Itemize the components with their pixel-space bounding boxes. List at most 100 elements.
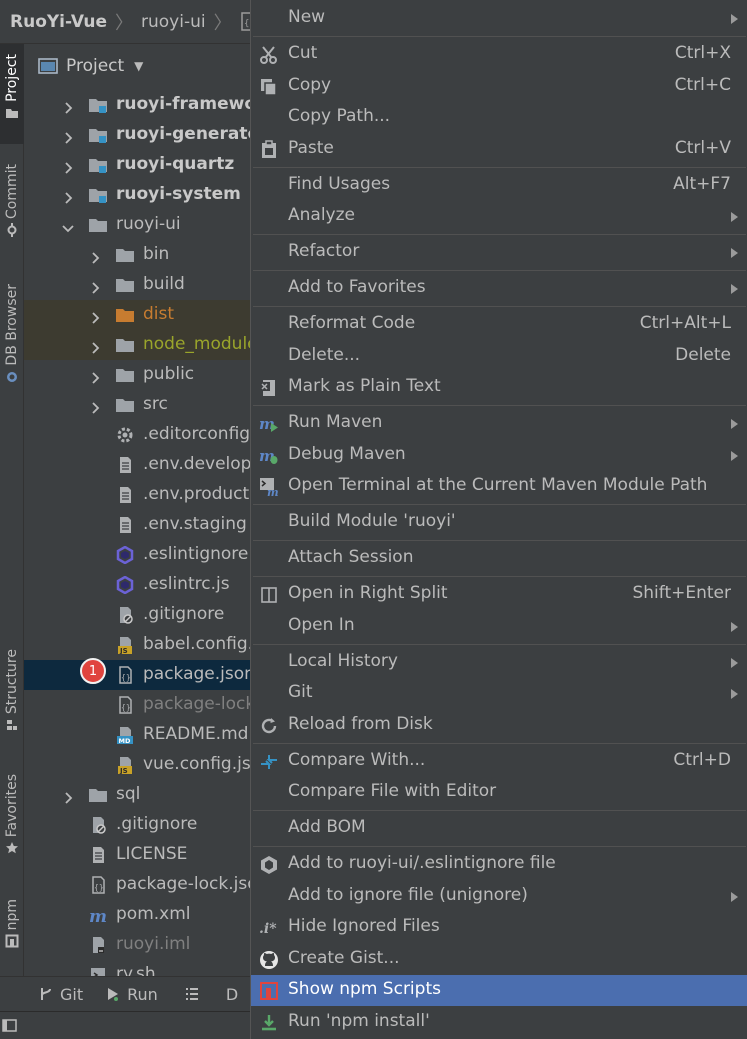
tab-favorites[interactable]: Favorites <box>0 774 24 859</box>
chevron-down-icon[interactable] <box>62 219 74 233</box>
clipboard-icon <box>259 140 279 160</box>
tree-item-editorconfig[interactable]: .editorconfig <box>24 420 250 450</box>
menu-item-open-right-split[interactable]: Open in Right Split Shift+Enter <box>251 579 747 610</box>
chevron-right-icon[interactable] <box>89 309 101 324</box>
chevron-right-icon[interactable] <box>89 249 101 264</box>
menu-item-reload-from-disk[interactable]: Reload from Disk <box>251 710 747 741</box>
tree-item-vue-config-js[interactable]: JS vue.config.js <box>24 750 250 780</box>
tree-item-eslintrc-js[interactable]: .eslintrc.js <box>24 570 250 600</box>
tree-item-label: ruoyi-ui <box>116 214 181 234</box>
menu-item-label: Find Usages <box>288 174 391 194</box>
tree-item-env-staging[interactable]: .env.staging <box>24 510 250 540</box>
run-tool-button[interactable]: Run <box>105 985 158 1004</box>
tree-item-ruoyi-quartz[interactable]: ruoyi-quartz <box>24 150 250 180</box>
chevron-right-icon[interactable] <box>62 189 74 204</box>
tree-item-dist[interactable]: dist <box>24 300 250 330</box>
menu-item-compare-file-editor[interactable]: Compare File with Editor <box>251 777 747 808</box>
folder-icon <box>115 366 135 384</box>
chevron-right-icon[interactable] <box>62 99 74 114</box>
tree-item-ruoyi-ui[interactable]: ruoyi-ui <box>24 210 250 240</box>
tab-commit[interactable]: Commit <box>0 164 24 241</box>
tree-item-build[interactable]: build <box>24 270 250 300</box>
chevron-right-icon[interactable] <box>62 159 74 174</box>
tree-item-ry-sh[interactable]: ry.sh <box>24 960 250 976</box>
menu-item-delete[interactable]: Delete... Delete <box>251 341 747 372</box>
tree-item-readme-md[interactable]: MD README.md <box>24 720 250 750</box>
tree-item-label: node_modules <box>143 334 250 354</box>
tree-item-node-modules[interactable]: node_modules <box>24 330 250 360</box>
tree-item-env-development[interactable]: .env.development <box>24 450 250 480</box>
menu-item-open-terminal[interactable]: m Open Terminal at the Current Maven Modu… <box>251 471 747 502</box>
menu-item-show-npm-scripts[interactable]: Show npm Scripts <box>251 975 747 1006</box>
git-tool-button[interactable]: Git <box>38 985 83 1004</box>
menu-item-refactor[interactable]: Refactor <box>251 237 747 268</box>
tool-window-strip: Project Commit DB Browser Structure Favo… <box>0 44 24 976</box>
layout-toggle-icon[interactable] <box>2 1017 18 1033</box>
breadcrumb-project[interactable]: RuoYi-Vue <box>10 12 107 32</box>
tree-item-eslintignore[interactable]: .eslintignore <box>24 540 250 570</box>
tree-item-ui-package-lock-json[interactable]: {} package-lock.json <box>24 690 250 720</box>
menu-item-find-usages[interactable]: Find Usages Alt+F7 <box>251 170 747 201</box>
tree-item-label: sql <box>116 784 141 804</box>
menu-item-build-module[interactable]: Build Module 'ruoyi' <box>251 507 747 538</box>
chevron-right-icon[interactable] <box>89 399 101 414</box>
tree-item-ui-gitignore[interactable]: .gitignore <box>24 600 250 630</box>
menu-item-mark-plain-text[interactable]: Mark as Plain Text <box>251 372 747 403</box>
tree-item-ruoyi-iml[interactable]: ruoyi.iml <box>24 930 250 960</box>
chevron-right-icon[interactable] <box>62 789 74 804</box>
menu-item-copy[interactable]: Copy Ctrl+C <box>251 71 747 102</box>
menu-item-label: New <box>288 7 326 27</box>
menu-item-add-eslintignore[interactable]: Add to ruoyi-ui/.eslintignore file <box>251 849 747 880</box>
todo-tool-button[interactable]: D <box>184 985 238 1004</box>
menu-item-analyze[interactable]: Analyze <box>251 201 747 232</box>
project-view-header[interactable]: Project ▼ <box>24 44 250 88</box>
tree-item-sql[interactable]: sql <box>24 780 250 810</box>
tree-item-pom-xml[interactable]: m pom.xml <box>24 900 250 930</box>
menu-item-git[interactable]: Git <box>251 678 747 709</box>
tree-item-label: .gitignore <box>143 604 225 624</box>
tree-item-root-gitignore[interactable]: .gitignore <box>24 810 250 840</box>
tree-item-ruoyi-generator[interactable]: ruoyi-generator <box>24 120 250 150</box>
tab-db-browser[interactable]: DB Browser <box>0 284 24 388</box>
tab-npm[interactable]: npm <box>0 899 24 952</box>
tree-item-bin[interactable]: bin <box>24 240 250 270</box>
chevron-right-icon[interactable] <box>89 279 101 294</box>
database-icon <box>7 371 17 382</box>
menu-item-reformat-code[interactable]: Reformat Code Ctrl+Alt+L <box>251 309 747 340</box>
context-menu: New Cut Ctrl+X Copy Ctrl+C Copy Path... Paste C… <box>250 0 747 1039</box>
tree-item-babel-config-js[interactable]: JS babel.config.js <box>24 630 250 660</box>
menu-item-add-to-favorites[interactable]: Add to Favorites <box>251 273 747 304</box>
tree-item-ruoyi-system[interactable]: ruoyi-system <box>24 180 250 210</box>
tree-item-ruoyi-framework[interactable]: ruoyi-framework <box>24 90 250 120</box>
menu-item-new[interactable]: New <box>251 3 747 34</box>
tree-item-env-production[interactable]: .env.production <box>24 480 250 510</box>
chevron-down-icon[interactable]: ▼ <box>134 59 143 73</box>
menu-item-cut[interactable]: Cut Ctrl+X <box>251 39 747 70</box>
step-badge-1: 1 <box>80 658 106 684</box>
breadcrumb-module[interactable]: ruoyi-ui <box>141 12 206 32</box>
chevron-right-icon[interactable] <box>62 129 74 144</box>
tree-item-license[interactable]: LICENSE <box>24 840 250 870</box>
menu-item-run-maven[interactable]: m Run Maven <box>251 408 747 439</box>
tree-item-root-package-lock-json[interactable]: {} package-lock.json <box>24 870 250 900</box>
tree-item-public[interactable]: public <box>24 360 250 390</box>
menu-item-paste[interactable]: Paste Ctrl+V <box>251 134 747 165</box>
chevron-right-icon[interactable] <box>89 339 101 354</box>
menu-item-add-bom[interactable]: Add BOM <box>251 813 747 844</box>
menu-item-hide-ignored[interactable]: .i* Hide Ignored Files <box>251 912 747 943</box>
menu-item-copy-path[interactable]: Copy Path... <box>251 102 747 133</box>
tab-structure[interactable]: Structure <box>0 649 24 736</box>
menu-item-local-history[interactable]: Local History <box>251 647 747 678</box>
chevron-right-icon[interactable] <box>89 369 101 384</box>
tab-project[interactable]: Project <box>0 44 24 144</box>
menu-item-create-gist[interactable]: Create Gist... <box>251 944 747 975</box>
menu-item-label: Open In <box>288 615 355 635</box>
tree-item-src[interactable]: src <box>24 390 250 420</box>
menu-item-attach-session[interactable]: Attach Session <box>251 543 747 574</box>
menu-item-run-npm-install[interactable]: Run 'npm install' <box>251 1007 747 1038</box>
menu-item-compare-with[interactable]: Compare With... Ctrl+D <box>251 746 747 777</box>
menu-item-add-unignore[interactable]: Add to ignore file (unignore) <box>251 881 747 912</box>
menu-item-open-in[interactable]: Open In <box>251 611 747 642</box>
tree-item-package-json[interactable]: {} package.json <box>24 660 250 690</box>
menu-item-debug-maven[interactable]: m Debug Maven <box>251 440 747 471</box>
